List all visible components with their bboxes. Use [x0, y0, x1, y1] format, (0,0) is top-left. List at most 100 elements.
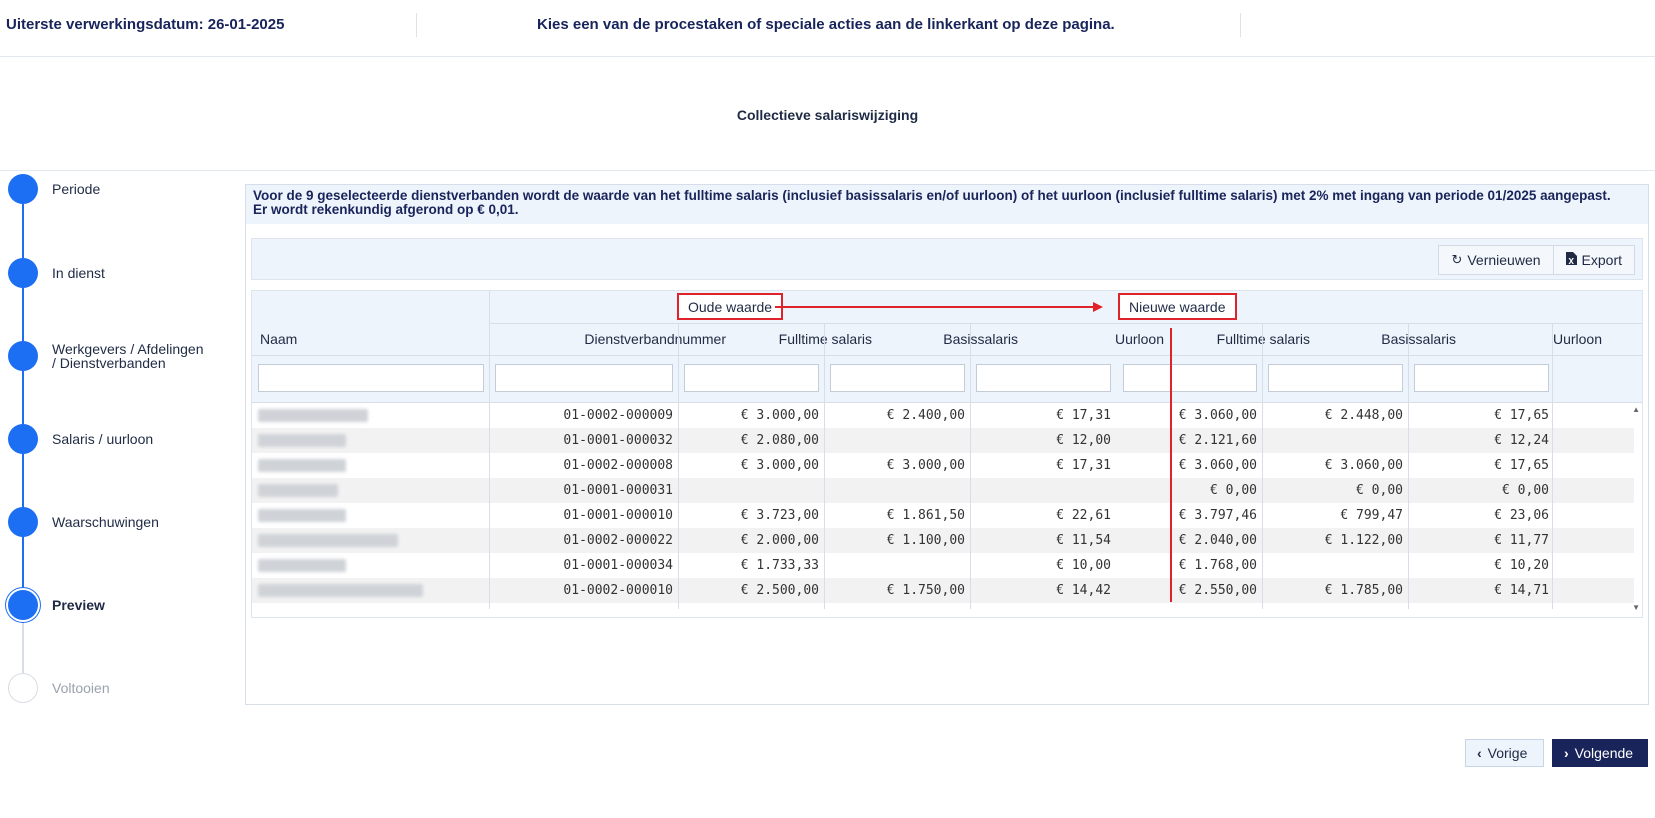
- column-header-naam[interactable]: Naam: [260, 331, 297, 347]
- column-header-new-basissalaris[interactable]: Basissalaris: [1381, 331, 1456, 347]
- step-waarschuwingen[interactable]: Waarschuwingen: [8, 502, 238, 542]
- grid-toolbar: ↻ Vernieuwen Export: [251, 238, 1643, 280]
- toolbar-button-group: ↻ Vernieuwen Export: [1438, 245, 1635, 275]
- cell-old-uurloon: € 17,31: [1056, 458, 1111, 473]
- divider: [0, 170, 1655, 171]
- next-label: Volgende: [1574, 745, 1634, 761]
- table-row[interactable]: 01-0002-000022 € 2.000,00 € 1.100,00 € 11,5…: [252, 528, 1634, 553]
- arrow-head-icon: [1093, 302, 1103, 312]
- cell-old-basissalaris: € 2.400,00: [886, 408, 965, 423]
- table-row[interactable]: 01-0002-000008 € 3.000,00 € 3.000,00 € 17,3…: [252, 453, 1634, 478]
- preview-panel: Voor de 9 geselecteerde dienstverbanden …: [245, 184, 1649, 705]
- grid-line: [970, 323, 971, 609]
- cell-new-uurloon: € 12,24: [1494, 433, 1549, 448]
- cell-dienstverbandnummer: 01-0002-000010: [563, 583, 673, 598]
- grid-line: [1552, 323, 1553, 609]
- filter-new-fulltime-salaris-input[interactable]: [1123, 364, 1257, 392]
- step-label: Waarschuwingen: [52, 514, 159, 530]
- cell-new-uurloon: € 17,65: [1494, 458, 1549, 473]
- cell-dienstverbandnummer: 01-0001-000031: [563, 483, 673, 498]
- column-header-new-uurloon[interactable]: Uurloon: [1553, 331, 1602, 347]
- cell-new-fulltime-salaris: € 3.060,00: [1178, 458, 1257, 473]
- cell-new-basissalaris: € 1.785,00: [1324, 583, 1403, 598]
- filter-naam-input[interactable]: [258, 364, 484, 392]
- next-button[interactable]: › Volgende: [1552, 739, 1648, 767]
- step-label-line: / Dienstverbanden: [52, 355, 166, 371]
- old-value-group-header: Oude waarde: [677, 293, 784, 320]
- table-row[interactable]: 01-0001-000031 € 0,00 € 0,00 € 0,00: [252, 478, 1634, 503]
- top-bar: Uiterste verwerkingsdatum: 26-01-2025 Ki…: [0, 0, 1655, 57]
- filter-new-basissalaris-input[interactable]: [1268, 364, 1403, 392]
- cell-new-basissalaris: € 3.060,00: [1324, 458, 1403, 473]
- filter-old-basissalaris-input[interactable]: [830, 364, 965, 392]
- annotation-arrow: [775, 306, 1093, 308]
- step-werkgevers[interactable]: Werkgevers / Afdelingen / Dienstverbande…: [8, 336, 238, 376]
- cell-new-fulltime-salaris: € 2.040,00: [1178, 533, 1257, 548]
- cell-old-uurloon: € 12,00: [1056, 433, 1111, 448]
- instruction-message: Kies een van de procestaken of speciale …: [537, 16, 1115, 33]
- cell-old-fulltime-salaris: € 2.000,00: [740, 533, 819, 548]
- filter-new-uurloon-input[interactable]: [1414, 364, 1549, 392]
- column-header-old-fulltime-salaris[interactable]: Fulltime salaris: [779, 331, 872, 347]
- cell-new-fulltime-salaris: € 1.768,00: [1178, 558, 1257, 573]
- cell-old-basissalaris: € 3.000,00: [886, 458, 965, 473]
- cell-old-fulltime-salaris: € 3.723,00: [740, 508, 819, 523]
- cell-old-uurloon: € 22,61: [1056, 508, 1111, 523]
- cell-dienstverbandnummer: 01-0001-000034: [563, 558, 673, 573]
- cell-old-uurloon: € 14,42: [1056, 583, 1111, 598]
- cell-old-basissalaris: € 1.100,00: [886, 533, 965, 548]
- step-periode[interactable]: Periode: [8, 169, 238, 209]
- cell-new-uurloon: € 10,20: [1494, 558, 1549, 573]
- table-row[interactable]: 01-0001-000032 € 2.080,00 € 12,00 € 2.121,6…: [252, 428, 1634, 453]
- cell-old-fulltime-salaris: € 1.733,33: [740, 558, 819, 573]
- cell-dienstverbandnummer: 01-0001-000010: [563, 508, 673, 523]
- column-header-old-uurloon[interactable]: Uurloon: [1115, 331, 1164, 347]
- grid-line: [252, 355, 1642, 356]
- filter-old-uurloon-input[interactable]: [976, 364, 1111, 392]
- table-row[interactable]: 01-0002-000010 € 2.500,00 € 1.750,00 € 14,4…: [252, 578, 1634, 603]
- export-button[interactable]: Export: [1552, 246, 1634, 274]
- cell-new-basissalaris: € 2.448,00: [1324, 408, 1403, 423]
- step-complete-icon: [8, 424, 38, 454]
- column-header-dienstverbandnummer[interactable]: Dienstverbandnummer: [584, 331, 726, 347]
- cell-dienstverbandnummer: 01-0002-000009: [563, 408, 673, 423]
- redacted-name: [258, 409, 368, 422]
- cell-old-fulltime-salaris: € 3.000,00: [740, 458, 819, 473]
- step-complete-icon: [8, 507, 38, 537]
- redacted-name: [258, 459, 346, 472]
- filter-dienstverbandnummer-input[interactable]: [495, 364, 673, 392]
- cell-dienstverbandnummer: 01-0001-000032: [563, 433, 673, 448]
- column-header-old-basissalaris[interactable]: Basissalaris: [943, 331, 1018, 347]
- notice-line: Voor de 9 geselecteerde dienstverbanden …: [253, 188, 1611, 203]
- page-title: Collectieve salariswijziging: [736, 107, 919, 123]
- cell-new-basissalaris: € 1.122,00: [1324, 533, 1403, 548]
- export-label: Export: [1581, 252, 1622, 268]
- info-notice: Voor de 9 geselecteerde dienstverbanden …: [246, 185, 1648, 224]
- step-voltooien[interactable]: Voltooien: [8, 668, 238, 708]
- table-row[interactable]: 01-0001-000010 € 3.723,00 € 1.861,50 € 22,6…: [252, 503, 1634, 528]
- refresh-icon: ↻: [1451, 252, 1463, 267]
- column-header-new-fulltime-salaris[interactable]: Fulltime salaris: [1217, 331, 1310, 347]
- scroll-up-icon[interactable]: ▲: [1632, 405, 1640, 414]
- cell-new-uurloon: € 11,77: [1494, 533, 1549, 548]
- redacted-name: [258, 509, 346, 522]
- cell-old-uurloon: € 11,54: [1056, 533, 1111, 548]
- filter-old-fulltime-salaris-input[interactable]: [684, 364, 819, 392]
- refresh-button[interactable]: ↻ Vernieuwen: [1439, 246, 1552, 274]
- previous-button[interactable]: ‹ Vorige: [1465, 739, 1544, 767]
- step-preview[interactable]: Preview: [8, 585, 238, 625]
- redacted-name: [258, 484, 338, 497]
- grid-line: [1408, 323, 1409, 609]
- cell-old-basissalaris: € 1.861,50: [886, 508, 965, 523]
- deadline-text: Uiterste verwerkingsdatum: 26-01-2025: [6, 16, 285, 33]
- grid-line: [678, 323, 679, 609]
- step-in-dienst[interactable]: In dienst: [8, 253, 238, 293]
- scroll-down-icon[interactable]: ▼: [1632, 603, 1640, 612]
- table-row[interactable]: 01-0001-000034 € 1.733,33 € 10,00 € 1.768,0…: [252, 553, 1634, 578]
- step-salaris[interactable]: Salaris / uurloon: [8, 419, 238, 459]
- notice-line: Er wordt rekenkundig afgerond op € 0,01.: [253, 202, 519, 217]
- step-label: Werkgevers / Afdelingen / Dienstverbande…: [52, 342, 204, 370]
- table-row[interactable]: 01-0002-000009 € 3.000,00 € 2.400,00 € 17,3…: [252, 403, 1634, 428]
- cell-new-fulltime-salaris: € 2.121,60: [1178, 433, 1257, 448]
- step-pending-icon: [8, 673, 38, 703]
